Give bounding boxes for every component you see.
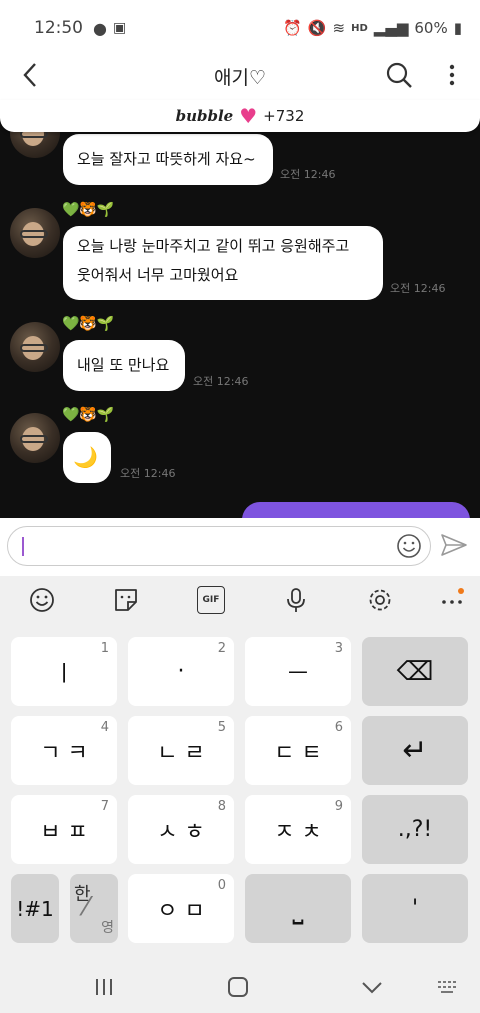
gallery-icon: ▣ [112, 20, 127, 36]
bubble-count: +732 [263, 107, 305, 125]
key-i[interactable]: ㅣ1 [11, 637, 117, 706]
keyboard-toolbar: GIF [0, 576, 480, 624]
keyboard-icon[interactable] [436, 975, 460, 999]
message-input[interactable] [7, 526, 431, 566]
input-bar [0, 518, 480, 576]
key-g-k[interactable]: ㄱ ㅋ4 [11, 716, 117, 785]
key-eu[interactable]: ㅡ3 [245, 637, 351, 706]
key-o-m[interactable]: ㅇ ㅁ0 [128, 874, 234, 943]
key-n-r[interactable]: ㄴ ㄹ5 [128, 716, 234, 785]
key-dot[interactable]: · 2 [128, 637, 234, 706]
lang-divider: ⁄ [84, 892, 89, 922]
back-arrow-icon[interactable] [16, 60, 46, 90]
status-left-icons: ● ▣ [93, 19, 126, 38]
mic-icon[interactable] [282, 586, 310, 614]
space-icon: ⎵ [292, 891, 304, 925]
sender-emojis: 💚🐯🌱 [62, 316, 115, 332]
hide-keyboard-icon[interactable] [360, 975, 384, 999]
message-text: 내일 또 만나요 [77, 356, 170, 374]
sticker-icon[interactable] [112, 586, 140, 614]
bubble-bar[interactable]: bubble ♥ +732 [0, 100, 480, 132]
status-right-icons: ⏰ 🔇 ≋ HD ▂▄▆ 60% ▮ [283, 19, 462, 37]
language-toggle-key[interactable]: 한 ⁄ 영 [70, 874, 118, 943]
avatar[interactable] [10, 208, 60, 258]
settings-icon[interactable] [366, 586, 394, 614]
message-timestamp: 오전 12:46 [193, 375, 249, 388]
key-d-t[interactable]: ㄷ ㅌ6 [245, 716, 351, 785]
backspace-icon: ⌫ [396, 656, 434, 687]
battery-level: 60% [414, 19, 448, 37]
sent-message-bubble[interactable] [242, 502, 470, 518]
recent-apps-icon[interactable] [92, 975, 116, 999]
message-bubble[interactable]: 🌙 [63, 432, 111, 483]
heart-icon: ♥ [239, 104, 258, 128]
text-cursor [22, 537, 24, 556]
message-bubble[interactable]: 오늘 잘자고 따뜻하게 자요~ [63, 134, 273, 185]
message-text: 오늘 잘자고 따뜻하게 자요~ [77, 150, 256, 168]
message-text-line: 웃어줘서 너무 고마웠어요 [77, 266, 239, 284]
lang-eng: 영 [101, 920, 114, 936]
chat-title: 애기♡ [214, 66, 266, 89]
avatar[interactable] [10, 322, 60, 372]
key-j-ch[interactable]: ㅈ ㅊ9 [245, 795, 351, 864]
enter-key[interactable]: ↵ [362, 716, 468, 785]
signal-icon: ▂▄▆ [373, 19, 409, 37]
home-icon[interactable] [226, 975, 250, 999]
send-icon[interactable] [440, 532, 468, 558]
status-time: 12:50 [34, 18, 83, 38]
key-b-p[interactable]: ㅂ ㅍ7 [11, 795, 117, 864]
emoji-icon[interactable] [28, 586, 56, 614]
punctuation-key[interactable]: .,?! [362, 795, 468, 864]
mute-icon: 🔇 [307, 19, 327, 37]
symbols-key[interactable]: !#1 [11, 874, 59, 943]
sender-emojis: 💚🐯🌱 [62, 407, 115, 423]
sender-emojis: 💚🐯🌱 [62, 202, 115, 218]
avatar[interactable] [10, 413, 60, 463]
backspace-key[interactable]: ⌫ [362, 637, 468, 706]
alarm-icon: ⏰ [283, 19, 302, 37]
moon-emoji: 🌙 [73, 445, 98, 469]
keyboard: ㅣ1 · 2 ㅡ3 ⌫ ㄱ ㅋ4 ㄴ ㄹ5 ㄷ ㅌ6 ↵ ㅂ ㅍ7 ㅅ ㅎ8 ㅈ … [0, 624, 480, 959]
navigation-bar [0, 959, 480, 1013]
battery-icon: ▮ [453, 19, 462, 37]
message-text-line: 오늘 나랑 눈마주치고 같이 뛰고 응원해주고 [77, 237, 350, 255]
more-options-icon[interactable] [440, 60, 464, 90]
gif-icon[interactable]: GIF [197, 586, 225, 614]
message-timestamp: 오전 12:46 [120, 467, 176, 480]
emoji-icon[interactable] [396, 533, 422, 559]
message-bubble[interactable]: 내일 또 만나요 [63, 340, 185, 391]
key-s-h[interactable]: ㅅ ㅎ8 [128, 795, 234, 864]
message-timestamp: 오전 12:46 [390, 282, 446, 295]
message-bubble[interactable]: 오늘 나랑 눈마주치고 같이 뛰고 응원해주고 웃어줘서 너무 고마웠어요 [63, 226, 383, 300]
enter-icon: ↵ [402, 733, 428, 768]
wifi-icon: ≋ [332, 19, 346, 37]
apostrophe-key[interactable]: ' [362, 874, 468, 943]
message-timestamp: 오전 12:46 [280, 168, 336, 181]
bubble-brand: bubble [175, 107, 234, 125]
hd-icon: HD [351, 22, 368, 34]
chat-header: 애기♡ [0, 48, 480, 104]
chat-area[interactable]: 오늘 잘자고 따뜻하게 자요~ 오전 12:46 💚🐯🌱 오늘 나랑 눈마주치고… [0, 104, 480, 518]
search-icon[interactable] [384, 60, 414, 90]
space-key[interactable]: ⎵ [245, 874, 351, 943]
more-icon[interactable] [438, 586, 466, 614]
notification-icon: ● [93, 18, 107, 38]
